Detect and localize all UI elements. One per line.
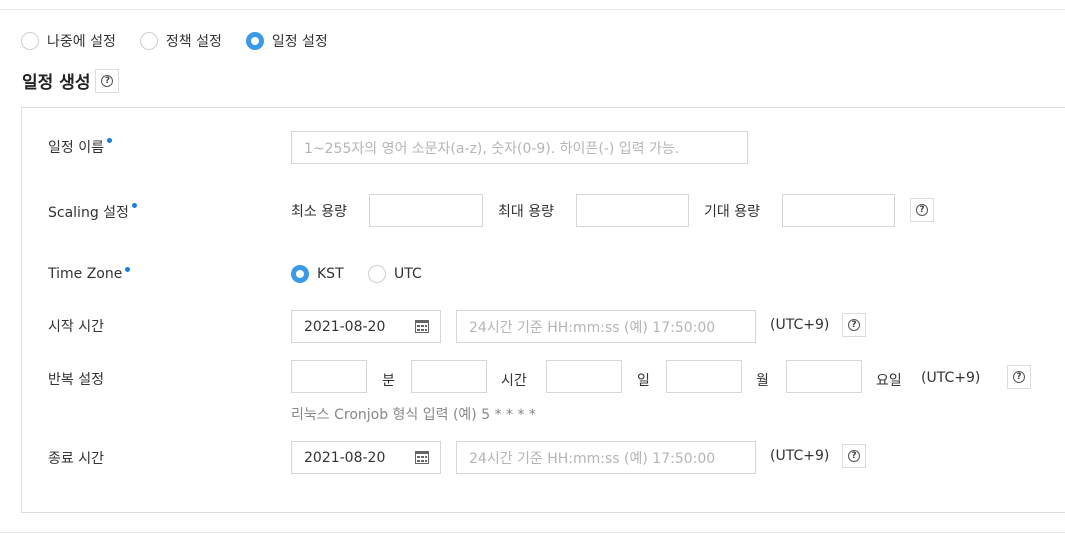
mode-option-label: 정책 설정 <box>165 34 222 50</box>
name-label-text: 일정 이름 <box>48 140 104 156</box>
desired-capacity-input[interactable] <box>782 194 895 227</box>
cron-minute-input[interactable] <box>291 360 367 393</box>
cron-weekday-input[interactable] <box>786 360 862 393</box>
question-icon: ? <box>1013 371 1025 383</box>
bottom-divider <box>0 532 1065 533</box>
timezone-option-kst[interactable]: KST <box>291 265 344 283</box>
radio-icon[interactable] <box>139 32 158 50</box>
input-placeholder: 24시간 기준 HH:mm:ss (예) 17:50:00 <box>469 450 716 467</box>
cron-weekday-label: 요일 <box>876 373 902 389</box>
question-icon: ? <box>848 319 860 331</box>
mode-radio-group: 나중에 설정 정책 설정 일정 설정 <box>21 31 352 51</box>
timezone-option-label: KST <box>317 266 344 282</box>
max-capacity-input[interactable] <box>576 194 689 227</box>
timezone-option-utc[interactable]: UTC <box>368 265 422 283</box>
end-date-picker[interactable]: 2021-08-20 <box>291 441 441 474</box>
repeat-help-button[interactable]: ? <box>1007 365 1031 389</box>
name-label: 일정 이름 <box>48 137 112 157</box>
cron-hour-input[interactable] <box>411 360 487 393</box>
question-icon: ? <box>101 74 114 87</box>
radio-icon[interactable] <box>21 32 39 50</box>
mode-option-label: 일정 설정 <box>271 34 328 50</box>
section-title: 일정 생성 <box>22 73 91 93</box>
radio-selected-icon[interactable] <box>291 265 309 283</box>
start-utc-note: (UTC+9) <box>770 317 830 333</box>
cron-month-input[interactable] <box>666 360 742 393</box>
calendar-icon[interactable] <box>415 320 429 333</box>
timezone-label: Time Zone <box>48 266 131 282</box>
start-date-value: 2021-08-20 <box>304 318 386 335</box>
schedule-form-panel: 일정 이름 1~255자의 영어 소문자(a-z), 숫자(0-9). 하이픈(… <box>21 107 1065 513</box>
scaling-label: Scaling 설정 <box>48 202 137 222</box>
max-capacity-label: 최대 용량 <box>498 204 554 220</box>
question-icon: ? <box>848 450 860 462</box>
start-help-button[interactable]: ? <box>842 313 866 337</box>
required-dot-icon <box>125 267 131 272</box>
scaling-label-text: Scaling 설정 <box>48 205 129 221</box>
question-icon: ? <box>916 204 928 216</box>
required-dot-icon <box>106 138 112 143</box>
radio-selected-icon[interactable] <box>245 32 264 50</box>
end-date-value: 2021-08-20 <box>304 449 386 466</box>
min-capacity-input[interactable] <box>369 194 483 227</box>
repeat-utc-note: (UTC+9) <box>921 370 981 386</box>
input-placeholder: 1~255자의 영어 소문자(a-z), 숫자(0-9). 하이픈(-) 입력 … <box>304 140 680 157</box>
start-time-label: 시작 시간 <box>48 319 104 335</box>
end-help-button[interactable]: ? <box>842 444 866 468</box>
cron-day-input[interactable] <box>546 360 622 393</box>
cron-hour-label: 시간 <box>501 373 527 389</box>
required-dot-icon <box>131 203 137 208</box>
mode-option-label: 나중에 설정 <box>47 34 116 50</box>
desired-capacity-label: 기대 용량 <box>704 204 760 220</box>
cron-month-label: 월 <box>756 373 769 389</box>
end-time-input[interactable]: 24시간 기준 HH:mm:ss (예) 17:50:00 <box>456 441 756 474</box>
end-time-label: 종료 시간 <box>48 451 104 467</box>
start-time-input[interactable]: 24시간 기준 HH:mm:ss (예) 17:50:00 <box>456 310 756 343</box>
calendar-icon[interactable] <box>415 451 429 464</box>
timezone-label-text: Time Zone <box>48 266 123 282</box>
scaling-help-button[interactable]: ? <box>910 198 934 222</box>
schedule-name-input[interactable]: 1~255자의 영어 소문자(a-z), 숫자(0-9). 하이픈(-) 입력 … <box>291 131 748 164</box>
cron-day-label: 일 <box>637 373 650 389</box>
help-button[interactable]: ? <box>95 68 120 93</box>
mode-option-later[interactable]: 나중에 설정 <box>21 31 116 51</box>
timezone-option-label: UTC <box>394 266 422 282</box>
mode-option-policy[interactable]: 정책 설정 <box>139 31 222 51</box>
radio-icon[interactable] <box>368 265 386 283</box>
cron-format-hint: 리눅스 Cronjob 형식 입력 (예) 5 * * * * <box>291 407 536 423</box>
cron-minute-label: 분 <box>382 373 395 389</box>
repeat-label: 반복 설정 <box>48 372 104 388</box>
section-header: 일정 생성 ? <box>22 68 120 93</box>
start-date-picker[interactable]: 2021-08-20 <box>291 310 441 343</box>
top-divider <box>0 9 1065 10</box>
mode-option-schedule[interactable]: 일정 설정 <box>245 31 328 51</box>
input-placeholder: 24시간 기준 HH:mm:ss (예) 17:50:00 <box>469 319 716 336</box>
min-capacity-label: 최소 용량 <box>291 204 347 220</box>
end-utc-note: (UTC+9) <box>770 448 830 464</box>
